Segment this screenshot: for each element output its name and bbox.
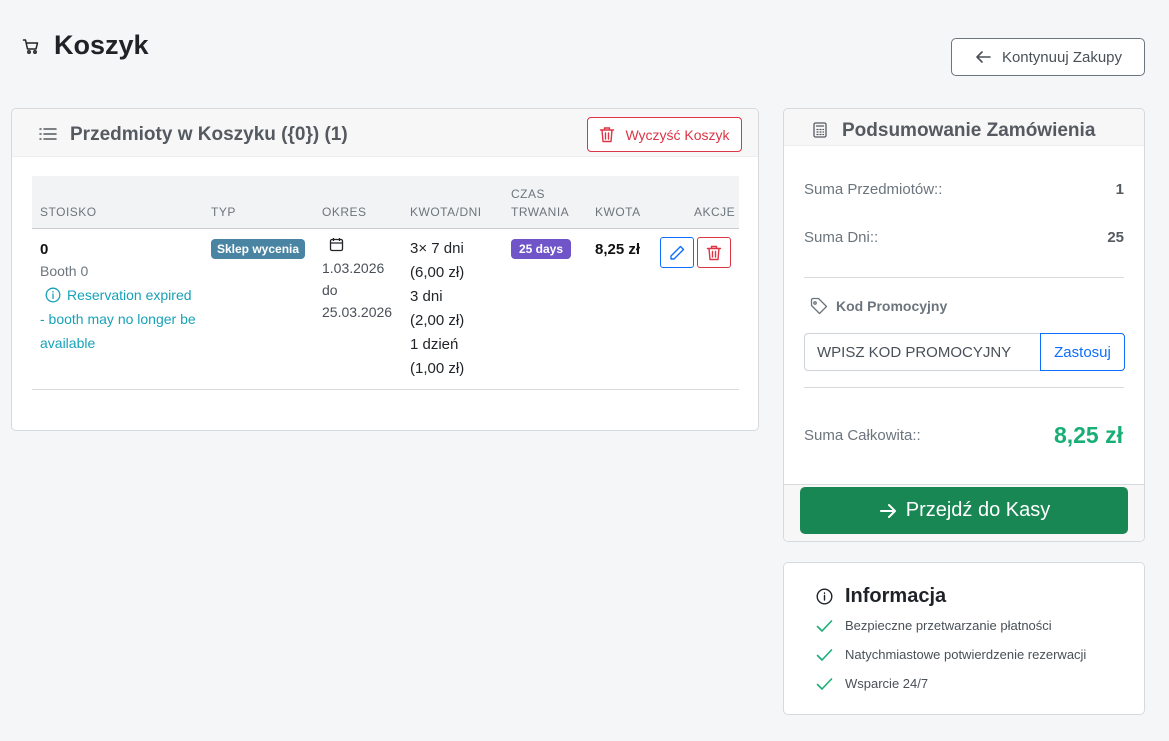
duration-cell: 25 days — [511, 239, 572, 259]
arrow-right-icon — [879, 503, 896, 518]
check-icon — [816, 648, 833, 661]
days-count-row: Suma Dni:: 25 — [804, 229, 1124, 246]
cart-items-card: Przedmioty w Koszyku ({0}) (1) Wyczyść K… — [11, 108, 759, 431]
days-count-label: Suma Dni:: — [804, 229, 879, 246]
list-item: Natychmiastowe potwierdzenie rezerwacji — [816, 647, 1086, 662]
list-item: Bezpieczne przetwarzanie płatności — [816, 618, 1052, 633]
booth-name: Booth 0 — [40, 263, 89, 279]
cart-icon — [22, 37, 40, 55]
information-card: Informacja Bezpieczne przetwarzanie płat… — [783, 562, 1145, 715]
stall-cell: 0 Booth 0 Reservation expired - booth ma… — [40, 241, 200, 355]
checkout-label: Przejdź do Kasy — [905, 499, 1051, 521]
table-row: 0 Booth 0 Reservation expired - booth ma… — [32, 229, 739, 390]
type-badge: Sklep wycenia — [211, 239, 306, 259]
duration-badge: 25 days — [511, 239, 572, 259]
list-icon — [39, 128, 57, 140]
calendar-icon — [329, 238, 344, 252]
items-count-value: 1 — [1115, 181, 1124, 198]
info-item-text: Bezpieczne przetwarzanie płatności — [845, 618, 1052, 633]
days-count-value: 25 — [1107, 229, 1124, 246]
amount-cell: 8,25 zł — [595, 241, 640, 259]
checkout-footer: Przejdź do Kasy — [784, 484, 1144, 541]
period-start: 1.03.2026 — [322, 260, 385, 276]
clear-cart-label: Wyczyść Koszyk — [625, 126, 730, 143]
cart-table: STOISKO TYP OKRES KWOTA/DNI CZAS TRWANIA… — [32, 176, 739, 390]
pencil-icon — [670, 245, 685, 260]
check-icon — [816, 677, 833, 690]
order-summary-card: Podsumowanie Zamówienia Suma Przedmiotów… — [783, 108, 1145, 542]
col-period: OKRES — [322, 205, 367, 219]
amount-line: (1,00 zł) — [410, 360, 465, 377]
col-stall: STOISKO — [40, 205, 97, 219]
edit-button[interactable] — [660, 237, 694, 268]
info-icon — [45, 287, 61, 303]
promo-code-input[interactable] — [804, 333, 1041, 371]
table-header: STOISKO TYP OKRES KWOTA/DNI CZAS TRWANIA… — [32, 176, 739, 229]
col-amount-days: KWOTA/DNI — [410, 205, 482, 219]
reservation-warning-text: Reservation expired - booth may no longe… — [40, 287, 196, 351]
clear-cart-button[interactable]: Wyczyść Koszyk — [587, 117, 742, 152]
info-icon — [816, 588, 833, 605]
promo-label: Kod Promocyjny — [810, 297, 947, 315]
trash-icon — [706, 245, 722, 260]
reservation-warning: Reservation expired - booth may no longe… — [40, 283, 200, 355]
col-duration-line2: TRWANIA — [511, 205, 570, 219]
divider — [804, 387, 1124, 388]
arrow-left-icon — [976, 51, 991, 63]
period-end: 25.03.2026 — [322, 304, 393, 320]
check-icon — [816, 619, 833, 632]
information-title: Informacja — [845, 585, 947, 607]
info-item-text: Wsparcie 24/7 — [845, 676, 929, 691]
order-summary-title: Podsumowanie Zamówienia — [842, 120, 1096, 141]
continue-shopping-button[interactable]: Kontynuuj Zakupy — [951, 38, 1145, 76]
type-cell: Sklep wycenia — [211, 239, 306, 259]
items-count-label: Suma Przedmiotów:: — [804, 181, 943, 198]
cart-items-title: Przedmioty w Koszyku ({0}) (1) — [70, 124, 348, 145]
stall-number: 0 — [40, 241, 49, 258]
trash-icon — [600, 127, 615, 143]
col-type: TYP — [211, 205, 236, 219]
items-count-row: Suma Przedmiotów:: 1 — [804, 181, 1124, 198]
period-cell: 1.03.2026 do 25.03.2026 — [322, 237, 392, 323]
row-amount: 8,25 zł — [595, 241, 641, 258]
cart-items-header: Przedmioty w Koszyku ({0}) (1) Wyczyść K… — [12, 109, 758, 157]
total-value: 8,25 zł — [1053, 422, 1123, 448]
checkout-button[interactable]: Przejdź do Kasy — [800, 487, 1128, 534]
apply-promo-button[interactable]: Zastosuj — [1040, 333, 1125, 371]
period-to: do — [322, 282, 338, 298]
calculator-icon — [813, 122, 827, 138]
page-title: Koszyk — [54, 30, 149, 60]
delete-button[interactable] — [697, 237, 731, 268]
order-summary-header: Podsumowanie Zamówienia — [784, 109, 1144, 146]
info-item-text: Natychmiastowe potwierdzenie rezerwacji — [845, 647, 1087, 662]
amount-line: 1 dzień — [410, 336, 459, 353]
promo-label-text: Kod Promocyjny — [836, 298, 948, 314]
list-item: Wsparcie 24/7 — [816, 676, 928, 691]
amount-line: (6,00 zł) — [410, 264, 465, 281]
tag-icon — [810, 297, 828, 315]
page-header: Koszyk — [22, 30, 149, 61]
amount-line: 3 dni — [410, 288, 443, 305]
amount-line: (2,00 zł) — [410, 312, 465, 329]
col-duration-line1: CZAS — [511, 187, 546, 201]
amount-days-cell: 3× 7 dni (6,00 zł) 3 dni (2,00 zł) 1 dzi… — [410, 237, 464, 381]
col-amount: KWOTA — [595, 205, 641, 219]
total-label: Suma Całkowita:: — [804, 427, 921, 444]
continue-shopping-label: Kontynuuj Zakupy — [1001, 48, 1123, 66]
information-header: Informacja — [816, 585, 946, 608]
col-actions: AKCJE — [694, 205, 736, 219]
divider — [804, 277, 1124, 278]
amount-line: 3× 7 dni — [410, 240, 464, 257]
